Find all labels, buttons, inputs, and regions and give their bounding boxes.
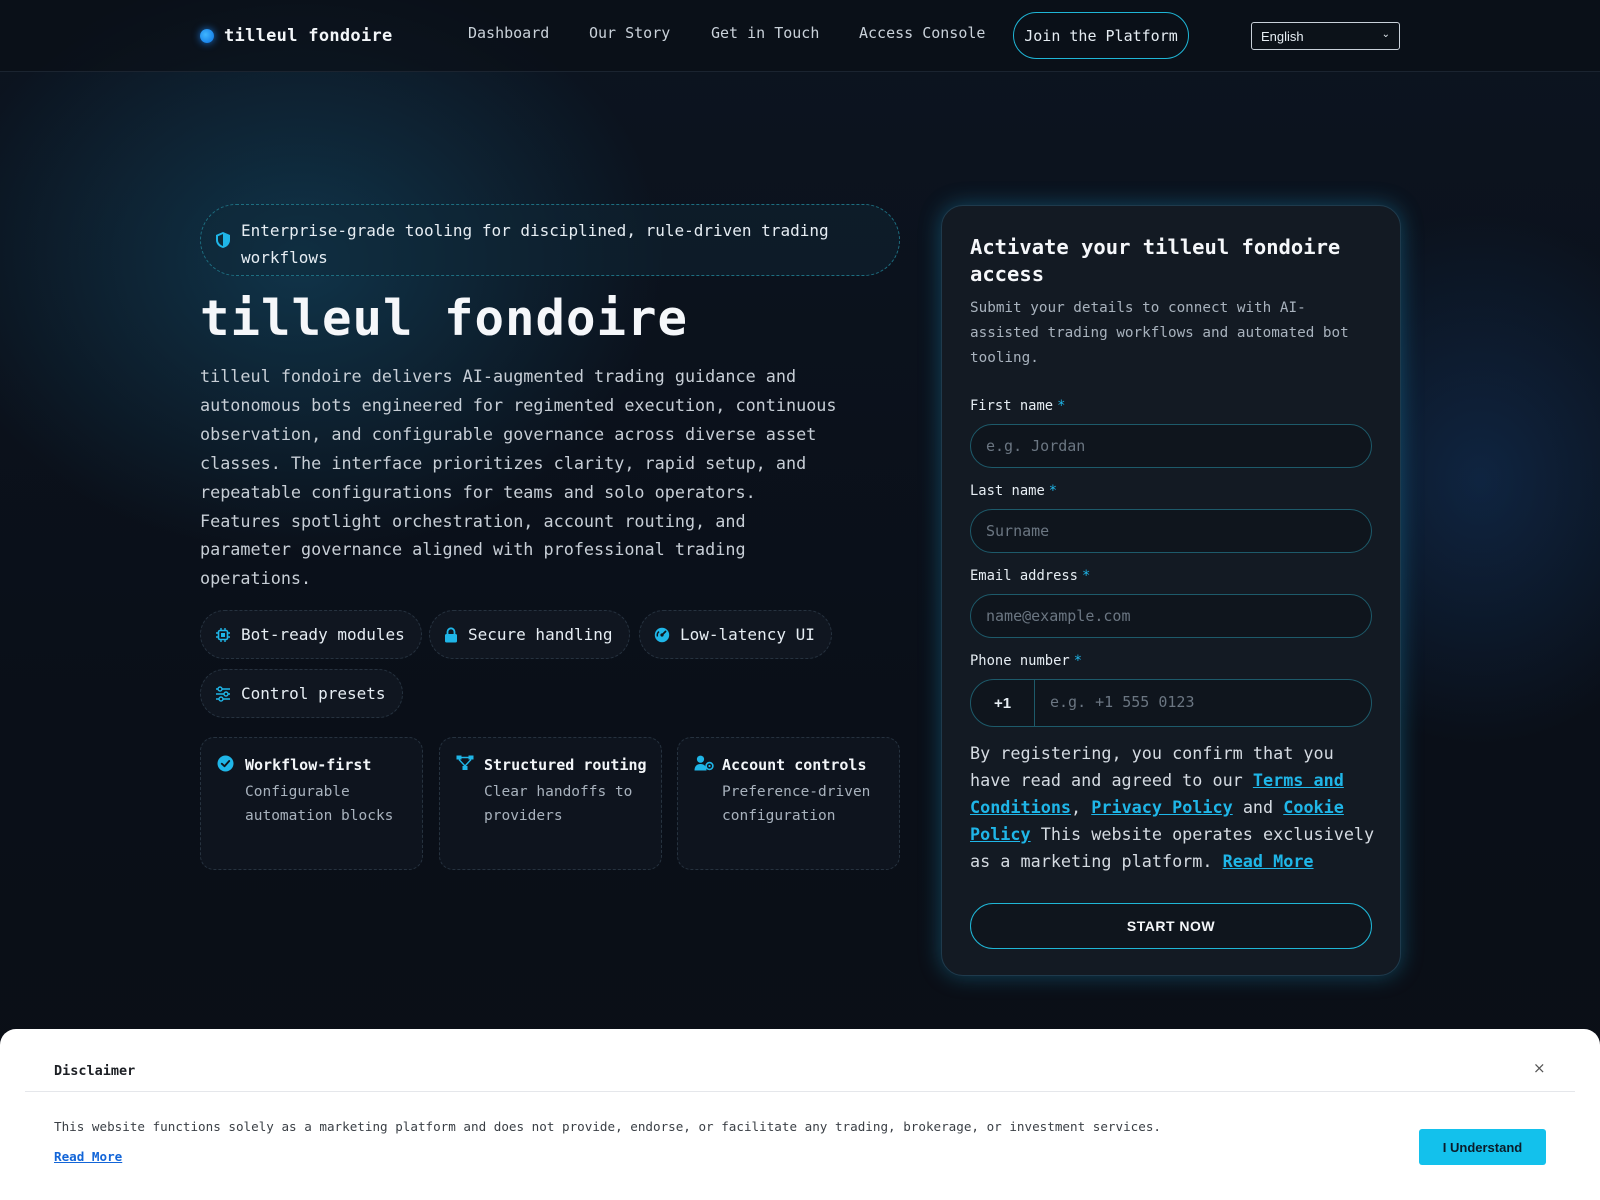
feature-pill-bot-ready: Bot-ready modules — [200, 610, 422, 659]
first-name-field[interactable]: e.g. Jordan — [970, 424, 1372, 468]
top-navbar: tilleul fondoire Dashboard Our Story Get… — [0, 0, 1600, 72]
nav-link-our-story[interactable]: Our Story — [589, 24, 670, 42]
language-select[interactable]: English ⌄ — [1251, 22, 1400, 50]
consent-text: By registering, you confirm that you hav… — [970, 740, 1380, 875]
disclaimer-divider — [25, 1091, 1575, 1092]
i-understand-button[interactable]: I Understand — [1419, 1129, 1546, 1165]
last-name-label-text: Last name — [970, 483, 1045, 499]
card-title: Workflow-first — [245, 756, 372, 774]
brand-logo[interactable]: tilleul fondoire — [200, 22, 393, 50]
card-title: Account controls — [722, 756, 867, 774]
chevron-down-icon: ⌄ — [1381, 29, 1390, 40]
first-name-placeholder: e.g. Jordan — [986, 437, 1086, 455]
required-mark: * — [1057, 398, 1066, 414]
close-icon[interactable]: × — [1533, 1059, 1546, 1077]
phone-label: Phone number * — [970, 653, 1082, 669]
email-label: Email address * — [970, 568, 1090, 584]
signup-form-panel: Activate your tilleul fondoire access Su… — [941, 205, 1401, 976]
disclaimer-read-more-link[interactable]: Read More — [54, 1149, 122, 1164]
form-title: Activate your tilleul fondoire access — [970, 235, 1341, 286]
user-settings-icon — [694, 755, 714, 771]
nav-link-get-in-touch[interactable]: Get in Touch — [711, 24, 819, 42]
phone-country-code[interactable]: +1 — [971, 680, 1035, 726]
card-description: Preference-driven configuration — [722, 784, 871, 824]
phone-field[interactable]: e.g. +1 555 0123 — [1050, 693, 1195, 711]
feature-card-workflow: Workflow-first Configurable automation b… — [200, 737, 423, 870]
card-title: Structured routing — [484, 756, 647, 774]
feature-pill-control-presets: Control presets — [200, 669, 403, 718]
hero-description: tilleul fondoire delivers AI-augmented t… — [200, 366, 837, 589]
pill-label: Low-latency UI — [680, 625, 815, 644]
email-label-text: Email address — [970, 568, 1078, 584]
disclaimer-banner: Disclaimer × This website functions sole… — [0, 1029, 1600, 1200]
consent-sep: and — [1232, 797, 1284, 817]
sliders-icon — [216, 685, 230, 702]
phone-field-group: +1 e.g. +1 555 0123 — [970, 679, 1372, 727]
hero-tagline-text: Enterprise-grade tooling for disciplined… — [241, 221, 829, 267]
start-now-button[interactable]: START NOW — [970, 903, 1372, 949]
required-mark: * — [1073, 653, 1082, 669]
nav-link-dashboard[interactable]: Dashboard — [468, 24, 549, 42]
privacy-link[interactable]: Privacy Policy — [1091, 797, 1232, 817]
feature-card-routing: Structured routing Clear handoffs to pro… — [439, 737, 662, 870]
disclaimer-title: Disclaimer — [54, 1063, 136, 1079]
consent-read-more-link[interactable]: Read More — [1223, 851, 1314, 871]
pill-label: Control presets — [241, 684, 386, 703]
disclaimer-text: This website functions solely as a marke… — [54, 1119, 1161, 1134]
lock-icon — [445, 626, 457, 642]
consent-sep: , — [1071, 797, 1092, 817]
pill-label: Secure handling — [468, 625, 613, 644]
card-description: Clear handoffs to providers — [484, 784, 633, 824]
routing-icon — [456, 755, 474, 770]
email-placeholder: name@example.com — [986, 607, 1131, 625]
chip-icon — [216, 627, 230, 642]
form-subtitle: Submit your details to connect with AI-a… — [970, 300, 1349, 366]
nav-link-access-console[interactable]: Access Console — [859, 24, 985, 42]
email-field[interactable]: name@example.com — [970, 594, 1372, 638]
required-mark: * — [1048, 483, 1058, 499]
check-circle-icon — [217, 755, 234, 772]
last-name-field[interactable]: Surname — [970, 509, 1372, 553]
phone-label-text: Phone number — [970, 653, 1070, 669]
brand-name: tilleul fondoire — [224, 26, 393, 46]
hero-tagline: Enterprise-grade tooling for disciplined… — [200, 204, 900, 276]
feature-card-account: Account controls Preference-driven confi… — [677, 737, 900, 870]
required-mark: * — [1081, 568, 1091, 584]
first-name-label-text: First name — [970, 398, 1054, 414]
last-name-placeholder: Surname — [986, 522, 1050, 540]
language-select-value: English — [1261, 28, 1304, 44]
shield-icon — [216, 232, 230, 248]
brand-dot-icon — [200, 29, 214, 43]
hero-title: tilleul fondoire — [200, 290, 689, 347]
join-platform-button[interactable]: Join the Platform — [1013, 12, 1189, 59]
pill-label: Bot-ready modules — [241, 625, 405, 644]
feature-pill-low-latency: Low-latency UI — [639, 610, 832, 659]
card-description: Configurable automation blocks — [245, 784, 394, 824]
feature-pill-secure: Secure handling — [429, 610, 630, 659]
last-name-label: Last name * — [970, 483, 1057, 499]
gauge-icon — [654, 627, 670, 642]
first-name-label: First name * — [970, 398, 1065, 414]
